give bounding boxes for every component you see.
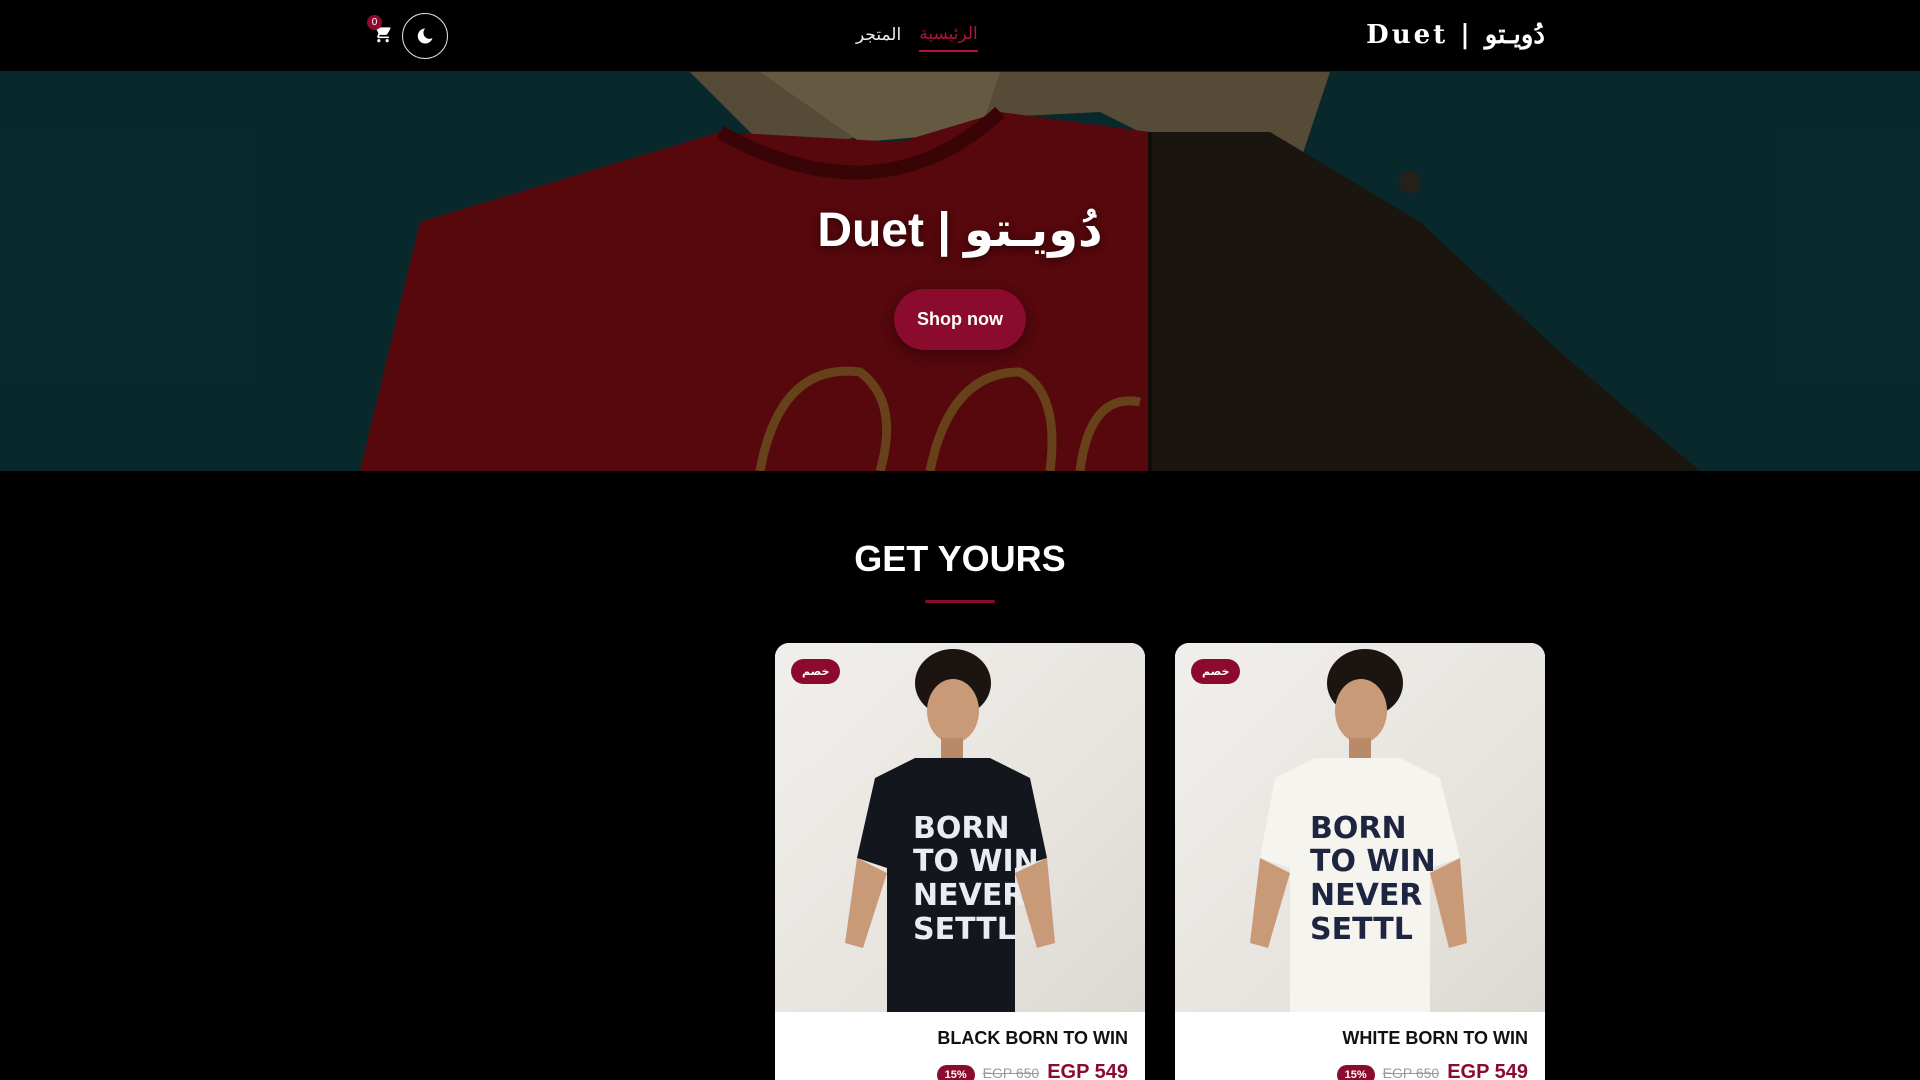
svg-text:NEVER: NEVER [1310, 878, 1422, 913]
discount-badge: خصم [1191, 659, 1241, 684]
current-price: EGP 549 [1447, 1061, 1528, 1080]
svg-text:SETTL: SETTL [1310, 912, 1413, 947]
svg-text:SETTL: SETTL [913, 912, 1016, 947]
section-title: GET YOURS [854, 538, 1066, 579]
hero-banner: Duet | دُويـتو Shop now [0, 72, 1920, 471]
price-row: 15% EGP 650 EGP 549 [1336, 1061, 1528, 1080]
hero-title: Duet | دُويـتو [817, 204, 1103, 257]
svg-text:BORN: BORN [913, 811, 1010, 846]
product-card[interactable]: BORN TO WIN NEVER SETTL خصم BLACK BORN T… [775, 643, 1145, 1080]
hero-overlay [0, 72, 1920, 471]
nav-links: المتجر الرئيسية [856, 24, 978, 52]
navbar: Duet | دُويـتو المتجر الرئيسية 0 [0, 0, 1920, 72]
product-name[interactable]: BLACK BORN TO WIN [937, 1028, 1128, 1049]
discount-badge: خصم [791, 659, 841, 684]
product-card[interactable]: BORN TO WIN NEVER SETTL خصم WHITE BORN T… [1175, 643, 1545, 1080]
nav-link-shop[interactable]: المتجر [856, 25, 901, 51]
brand-logo[interactable]: Duet | دُويـتو [1366, 20, 1545, 50]
nav-link-home[interactable]: الرئيسية [919, 24, 978, 52]
cart-button[interactable]: 0 [367, 15, 395, 46]
old-price: EGP 650 [982, 1065, 1040, 1080]
product-image[interactable]: BORN TO WIN NEVER SETTL [1175, 643, 1545, 1012]
svg-text:NEVER: NEVER [913, 878, 1025, 913]
discount-percent: 15% [1336, 1065, 1375, 1080]
product-image[interactable]: BORN TO WIN NEVER SETTL [775, 643, 1145, 1012]
shop-now-button[interactable]: Shop now [894, 289, 1026, 350]
svg-text:BORN: BORN [1310, 811, 1407, 846]
current-price: EGP 549 [1047, 1061, 1128, 1080]
discount-percent: 15% [936, 1065, 975, 1080]
svg-text:TO WIN: TO WIN [1310, 844, 1436, 879]
section-title-underline [925, 600, 995, 603]
old-price: EGP 650 [1382, 1065, 1440, 1080]
product-name[interactable]: WHITE BORN TO WIN [1342, 1028, 1528, 1049]
theme-toggle-button[interactable] [402, 13, 448, 59]
price-row: 15% EGP 650 EGP 549 [936, 1061, 1128, 1080]
cart-count-badge: 0 [367, 15, 382, 30]
moon-icon [417, 28, 433, 44]
